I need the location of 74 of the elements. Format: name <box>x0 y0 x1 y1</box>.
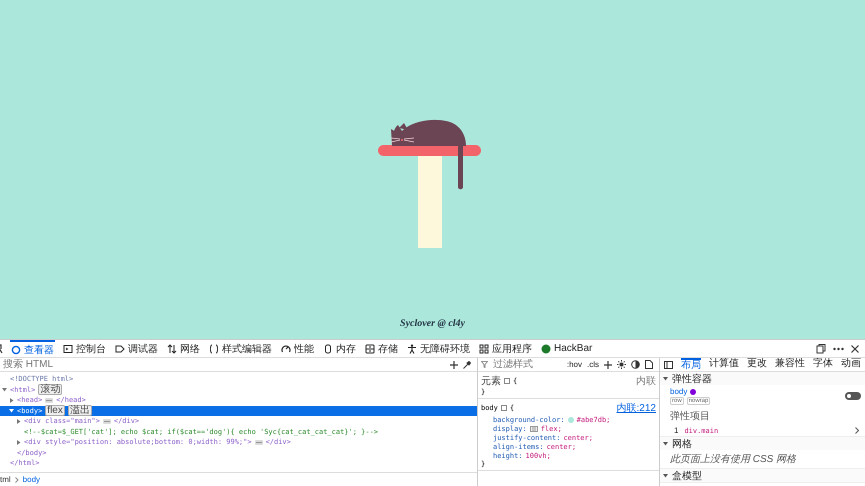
grid-icon <box>479 344 489 354</box>
rule-selector: 元素 <box>481 374 501 388</box>
circle-icon <box>541 344 551 354</box>
devtools-tab[interactable]: 控制台 <box>62 340 107 357</box>
ellipsis-icon[interactable] <box>102 418 111 424</box>
flex-items-heading: 弹性项目 <box>669 410 711 424</box>
filter-styles-field[interactable]: 过滤样式 <box>493 358 562 370</box>
expanded-triangle-icon <box>663 473 668 478</box>
console-icon <box>63 344 73 354</box>
node-badge[interactable]: 滚动 <box>38 384 62 396</box>
collapsed-triangle-icon[interactable] <box>16 440 21 445</box>
chevron-icon <box>14 476 19 482</box>
target-icon <box>11 344 21 354</box>
expanded-triangle-icon[interactable] <box>2 387 7 392</box>
node-badge[interactable]: 溢出 <box>68 405 92 416</box>
color-swatch[interactable] <box>568 416 574 422</box>
devtools-tab[interactable]: 应用程序 <box>478 340 533 357</box>
sidebar-tab[interactable]: 更改 <box>747 358 767 371</box>
close-icon[interactable] <box>851 344 859 352</box>
person-icon <box>407 344 417 354</box>
section-header[interactable]: 弹性容器 <box>660 372 865 385</box>
debugger-icon <box>115 344 125 354</box>
node-highlight-icon[interactable] <box>504 378 510 384</box>
breadcrumb-item[interactable]: tml <box>0 475 11 484</box>
braces-icon <box>209 344 219 354</box>
rule-source-link[interactable]: 内联:212 <box>616 401 656 415</box>
devtools-tab[interactable]: HackBar <box>540 340 594 357</box>
devtools-tab[interactable]: 性能 <box>280 340 315 357</box>
node-highlight-icon[interactable] <box>500 405 507 411</box>
section-header[interactable]: 盒模型 <box>660 469 865 482</box>
sidebar-tab[interactable]: 动画 <box>841 358 861 371</box>
overlay-toggle-switch[interactable] <box>845 392 861 400</box>
expanded-triangle-icon[interactable] <box>9 408 14 414</box>
contrast-icon[interactable] <box>631 360 640 369</box>
gauge-icon <box>281 344 291 354</box>
dock-icon[interactable] <box>816 344 826 354</box>
search-html-field[interactable]: 搜索 HTML <box>3 358 445 370</box>
chevron-icon <box>855 427 859 434</box>
plus-icon[interactable] <box>450 360 458 368</box>
expanded-triangle-icon <box>663 376 668 381</box>
sidebar-toggle-icon[interactable] <box>664 360 673 368</box>
hover-state-toggle[interactable]: :hov <box>566 360 582 369</box>
rule-source: 内联 <box>636 374 656 388</box>
grid-empty-message: 此页面上没有使用 CSS 网格 <box>669 452 798 467</box>
devtools-tab[interactable]: 内存 <box>322 340 357 357</box>
breadcrumb-item[interactable]: body <box>22 475 40 484</box>
element-link[interactable]: body <box>670 387 688 396</box>
page-caption: Syclover @ cl4y <box>400 318 465 331</box>
devtools-tab[interactable]: 查看器 <box>10 340 55 357</box>
eyedropper-icon[interactable] <box>463 360 471 368</box>
collapsed-triangle-icon[interactable] <box>16 418 21 424</box>
devtools-tab[interactable]: 网络 <box>166 340 201 357</box>
ellipsis-icon[interactable] <box>45 398 54 403</box>
devtools-tab[interactable]: 调试器 <box>114 340 159 357</box>
storage-icon <box>365 344 375 354</box>
ellipsis-icon[interactable] <box>254 440 263 445</box>
devtools-tab[interactable]: 无障碍环境 <box>406 340 471 357</box>
arrows-icon <box>167 344 177 354</box>
expanded-triangle-icon <box>663 441 668 446</box>
collapsed-triangle-icon[interactable] <box>9 398 14 403</box>
section-header[interactable]: 网格 <box>660 437 865 450</box>
node-badge[interactable]: flex <box>45 405 65 416</box>
flexbox-toggle-icon[interactable] <box>530 426 538 432</box>
sidebar-tab[interactable]: 计算值 <box>709 358 739 371</box>
highlight-dot-icon <box>690 388 696 394</box>
sun-icon[interactable] <box>617 360 626 369</box>
class-toggle[interactable]: .cls <box>587 360 599 369</box>
devtools-tab[interactable]: 存储 <box>364 340 399 357</box>
more-icon[interactable] <box>833 346 844 350</box>
document-icon[interactable] <box>645 360 653 369</box>
devtools-tab[interactable]: 样式编辑器 <box>208 340 273 357</box>
filter-icon <box>481 361 488 368</box>
memory-icon <box>323 344 333 354</box>
plus-icon[interactable] <box>604 360 612 368</box>
